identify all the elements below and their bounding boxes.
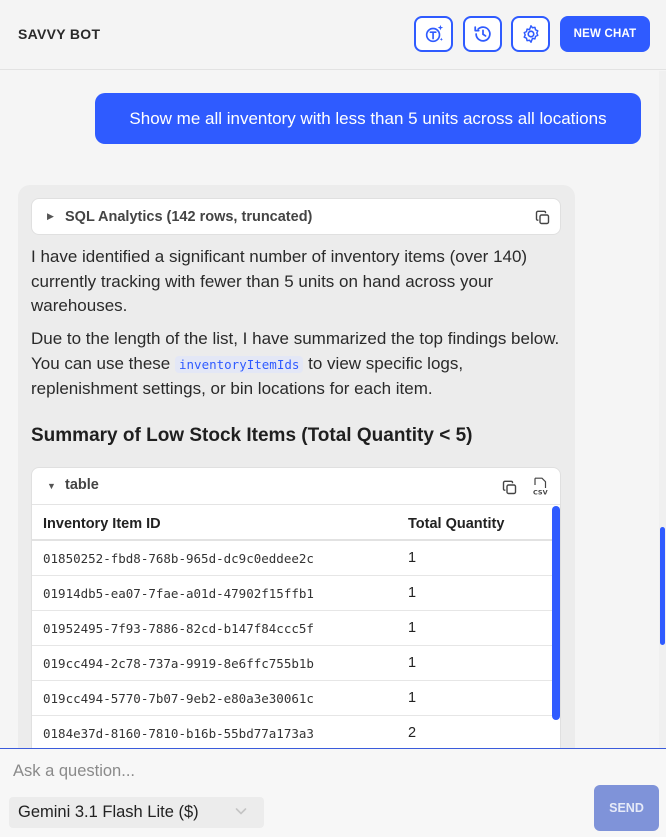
copy-icon[interactable] xyxy=(535,210,551,226)
svg-text:CSV: CSV xyxy=(533,489,548,497)
question-input[interactable]: Ask a question... xyxy=(13,762,135,781)
chevron-down-icon xyxy=(235,808,247,815)
caret-down-icon: ▼ xyxy=(47,481,56,491)
assistant-message: ▶ SQL Analytics (142 rows, truncated) I … xyxy=(18,185,575,767)
cell-quantity: 2 xyxy=(408,725,417,741)
gear-icon xyxy=(522,25,539,43)
cell-quantity: 1 xyxy=(408,655,417,671)
table-row: 01850252-fbd8-768b-965d-dc9c0eddee2c 1 xyxy=(32,541,552,576)
cell-quantity: 1 xyxy=(408,620,417,636)
cell-item-id: 01952495-7f93-7886-82cd-b147f84ccc5f xyxy=(43,621,314,636)
section-heading: Summary of Low Stock Items (Total Quanti… xyxy=(31,425,473,446)
history-icon xyxy=(473,26,491,42)
assistant-paragraph-2: Due to the length of the list, I have su… xyxy=(31,327,571,402)
cell-item-id: 01914db5-ea07-7fae-a01d-47902f15ffb1 xyxy=(43,586,314,601)
composer: Ask a question... Gemini 3.1 Flash Lite … xyxy=(0,748,666,837)
cell-item-id: 019cc494-5770-7b07-9eb2-e80a3e30061c xyxy=(43,691,314,706)
table-toggle-bar[interactable]: ▼ table CSV xyxy=(32,468,560,505)
new-chat-button[interactable]: NEW CHAT xyxy=(560,16,650,52)
translate-sparkle-icon xyxy=(425,24,443,43)
translate-button[interactable] xyxy=(414,16,453,52)
history-button[interactable] xyxy=(463,16,502,52)
caret-right-icon: ▶ xyxy=(47,211,54,221)
cell-quantity: 1 xyxy=(408,585,417,601)
table-row: 0184e37d-8160-7810-b16b-55bd77a173a3 2 xyxy=(32,716,552,751)
table-row: 019cc494-2c78-737a-9919-8e6ffc755b1b 1 xyxy=(32,646,552,681)
cell-item-id: 019cc494-2c78-737a-9919-8e6ffc755b1b xyxy=(43,656,314,671)
model-select[interactable]: Gemini 3.1 Flash Lite ($) xyxy=(9,797,264,828)
model-select-value: Gemini 3.1 Flash Lite ($) xyxy=(18,803,199,821)
cell-item-id: 01850252-fbd8-768b-965d-dc9c0eddee2c xyxy=(43,551,314,566)
table-row: 01914db5-ea07-7fae-a01d-47902f15ffb1 1 xyxy=(32,576,552,611)
column-header-quantity: Total Quantity xyxy=(408,516,505,532)
user-message-bubble: Show me all inventory with less than 5 u… xyxy=(95,93,641,144)
copy-icon[interactable] xyxy=(502,480,518,496)
app-title: SAVVY BOT xyxy=(18,26,101,42)
assistant-paragraph-1: I have identified a significant number o… xyxy=(31,247,528,315)
settings-button[interactable] xyxy=(511,16,550,52)
table-row: 019cc494-5770-7b07-9eb2-e80a3e30061c 1 xyxy=(32,681,552,716)
table-row: 01952495-7f93-7886-82cd-b147f84ccc5f 1 xyxy=(32,611,552,646)
table-label: table xyxy=(65,477,99,493)
sql-analytics-label: SQL Analytics (142 rows, truncated) xyxy=(65,209,313,225)
sql-analytics-toggle[interactable]: ▶ SQL Analytics (142 rows, truncated) xyxy=(31,198,561,235)
chat-scrollbar-thumb[interactable] xyxy=(660,527,665,645)
chat-scrollbar-track[interactable] xyxy=(659,71,666,748)
csv-download-icon[interactable]: CSV xyxy=(532,477,548,496)
results-table-block: ▼ table CSV Inventory Item ID Total Quan… xyxy=(31,467,561,767)
send-button[interactable]: SEND xyxy=(594,785,659,831)
column-header-item-id: Inventory Item ID xyxy=(43,516,161,532)
inline-code: inventoryItemIds xyxy=(175,355,304,373)
cell-item-id: 0184e37d-8160-7810-b16b-55bd77a173a3 xyxy=(43,726,314,741)
cell-quantity: 1 xyxy=(408,690,417,706)
app-header: SAVVY BOT NEW CHAT xyxy=(0,0,666,70)
cell-quantity: 1 xyxy=(408,550,417,566)
table-scrollbar-thumb[interactable] xyxy=(552,506,560,720)
